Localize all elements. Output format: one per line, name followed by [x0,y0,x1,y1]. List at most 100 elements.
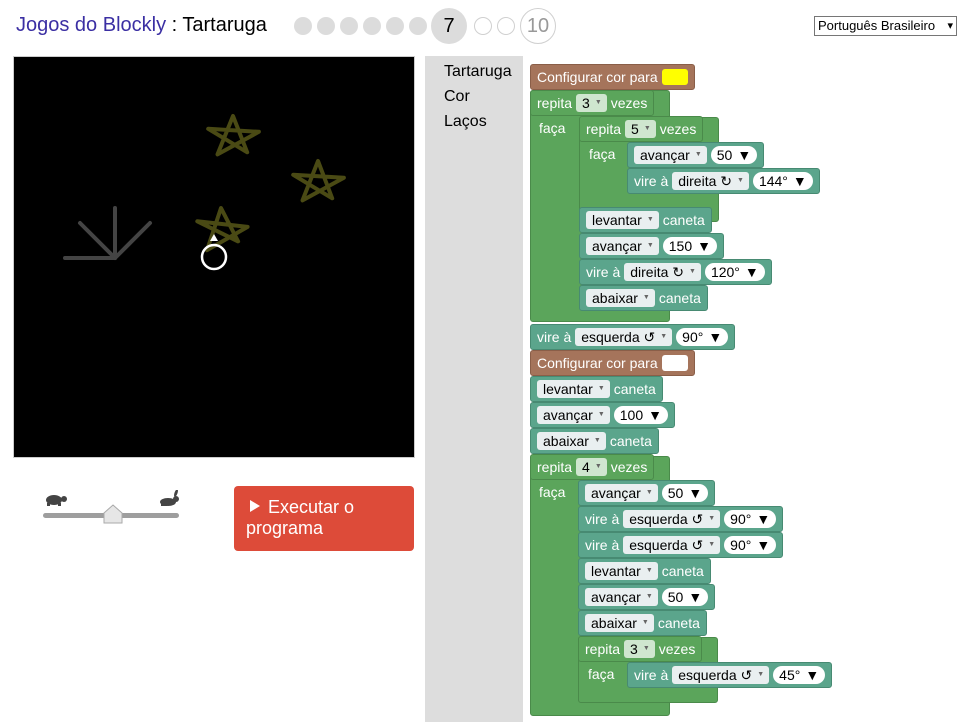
chevron-down-icon: ▾ [947,20,953,32]
repeat-3b-block[interactable]: repita 3 ▼ vezes [578,636,703,662]
times-label: vezes [658,641,696,657]
angle-field[interactable]: 90° ▼ [676,328,729,346]
level-3-link[interactable] [340,17,358,35]
chevron-down-icon: ▼ [597,385,605,392]
distance-value: 50 [667,485,684,501]
chevron-down-icon: ▼ [688,589,703,605]
chevron-down-icon: ▼ [646,216,654,223]
turn-direction-dropdown[interactable]: esquerda ↺ ▼ [623,510,721,528]
move-forward-block[interactable]: avançar ▼ 50 ▼ [578,584,716,610]
move-direction-dropdown[interactable]: avançar ▼ [537,406,610,424]
pen-state-dropdown[interactable]: levantar ▼ [586,211,659,229]
turn-direction-dropdown[interactable]: esquerda ↺ ▼ [623,536,721,554]
set-colour-block[interactable]: Configurar cor para [530,64,695,90]
turn-block[interactable]: vire à direita ↻ ▼ 144° ▼ [627,168,820,194]
repeat-count-field[interactable]: 3 ▼ [576,94,607,112]
move-forward-block[interactable]: avançar ▼ 50 ▼ [627,142,765,168]
pen-label: caneta [662,212,705,228]
chevron-down-icon: ▼ [660,333,668,340]
toolbox-category-colour[interactable]: Cor [444,88,470,106]
turn-direction-dropdown[interactable]: esquerda ↺ ▼ [672,666,770,684]
pen-up-block[interactable]: levantar ▼ caneta [530,376,663,402]
chevron-down-icon: ▼ [597,411,605,418]
move-forward-block[interactable]: avançar ▼ 150 ▼ [579,233,724,259]
turn-block[interactable]: vire à esquerda ↺ ▼ 90° ▼ [578,506,784,532]
move-direction-dropdown[interactable]: avançar ▼ [586,237,659,255]
level-4-link[interactable] [363,17,381,35]
turn-direction-dropdown[interactable]: esquerda ↺ ▼ [575,328,673,346]
pen-down-block[interactable]: abaixar ▼ caneta [579,285,708,311]
distance-field[interactable]: 150 ▼ [662,237,717,255]
turn-label: vire à [634,173,669,189]
chevron-down-icon: ▼ [646,242,654,249]
repeat-count-field[interactable]: 5 ▼ [625,120,656,138]
times-label: vezes [610,95,648,111]
repeat-5-block[interactable]: repita 5 ▼ vezes [579,116,704,142]
pen-down-block[interactable]: abaixar ▼ caneta [530,428,659,454]
colour-picker-yellow[interactable] [661,69,688,85]
angle-field[interactable]: 144° ▼ [752,172,813,190]
turn-block[interactable]: vire à esquerda ↺ ▼ 90° ▼ [578,532,784,558]
colour-picker-white[interactable] [661,355,688,371]
drawing [63,114,346,271]
set-colour-block[interactable]: Configurar cor para [530,350,695,376]
move-forward-block[interactable]: avançar ▼ 50 ▼ [578,480,716,506]
level-9-link[interactable] [497,17,515,35]
level-10-link[interactable]: 10 [520,8,556,44]
angle-field[interactable]: 90° ▼ [724,510,777,528]
pen-up-block[interactable]: levantar ▼ caneta [579,207,712,233]
move-direction-dropdown[interactable]: avançar ▼ [585,484,658,502]
toolbox-category-turtle[interactable]: Tartaruga [444,63,512,81]
turn-direction-dropdown[interactable]: direita ↻ ▼ [624,263,701,281]
angle-field[interactable]: 90° ▼ [724,536,777,554]
distance-field[interactable]: 100 ▼ [613,406,668,424]
level-8-link[interactable] [474,17,492,35]
level-2-link[interactable] [317,17,335,35]
turn-direction-value: esquerda ↺ [678,667,753,683]
pen-state-dropdown[interactable]: abaixar ▼ [586,289,655,307]
level-1-link[interactable] [294,17,312,35]
distance-field[interactable]: 50 ▼ [661,484,709,502]
repeat-count-field[interactable]: 4 ▼ [576,458,607,476]
turn-direction-dropdown[interactable]: direita ↻ ▼ [672,172,749,190]
angle-field[interactable]: 45° ▼ [773,666,826,684]
blockly-workspace[interactable]: Configurar cor para repita 3 ▼ vezes faça… [523,56,963,722]
distance-field[interactable]: 50 ▼ [710,146,758,164]
pen-down-block[interactable]: abaixar ▼ caneta [578,610,707,636]
move-direction-dropdown[interactable]: avançar ▼ [585,588,658,606]
move-direction-dropdown[interactable]: avançar ▼ [634,146,707,164]
pen-label: caneta [658,290,701,306]
slider-knob[interactable] [103,504,123,524]
turn-block[interactable]: vire à esquerda ↺ ▼ 45° ▼ [627,662,833,688]
repeat-count-value: 3 [630,641,638,657]
pen-state-dropdown[interactable]: abaixar ▼ [537,432,606,450]
pen-up-block[interactable]: levantar ▼ caneta [578,558,711,584]
turn-block[interactable]: vire à esquerda ↺ ▼ 90° ▼ [530,324,736,350]
repeat-count-field[interactable]: 3 ▼ [624,640,655,658]
app-home-link[interactable]: Jogos do Blockly [16,14,166,36]
repeat-4-block[interactable]: repita 4 ▼ vezes [530,454,655,480]
toolbox-category-loops[interactable]: Laços [444,113,487,131]
pen-state-dropdown[interactable]: levantar ▼ [537,380,610,398]
repeat-3-block[interactable]: repita 3 ▼ vezes [530,90,655,116]
run-program-button[interactable]: Executar o programa [234,486,414,551]
turn-block[interactable]: vire à direita ↻ ▼ 120° ▼ [579,259,772,285]
angle-field[interactable]: 120° ▼ [704,263,765,281]
chevron-down-icon: ▼ [643,125,651,132]
chevron-down-icon: ▼ [694,151,702,158]
level-6-link[interactable] [409,17,427,35]
pen-state-dropdown[interactable]: abaixar ▼ [585,614,654,632]
times-label: vezes [610,459,648,475]
move-forward-block[interactable]: avançar ▼ 100 ▼ [530,402,675,428]
chevron-down-icon: ▼ [805,667,820,683]
turn-direction-value: direita ↻ [678,173,732,189]
level-5-link[interactable] [386,17,404,35]
angle-value: 45° [779,667,801,683]
distance-field[interactable]: 50 ▼ [661,588,709,606]
repeat-label: repita [585,641,621,657]
language-select[interactable]: Português Brasileiro ▾ [814,16,957,36]
pen-state-value: abaixar [543,433,589,449]
current-level[interactable]: 7 [431,8,467,44]
speed-slider[interactable] [40,490,185,530]
pen-state-dropdown[interactable]: levantar ▼ [585,562,658,580]
